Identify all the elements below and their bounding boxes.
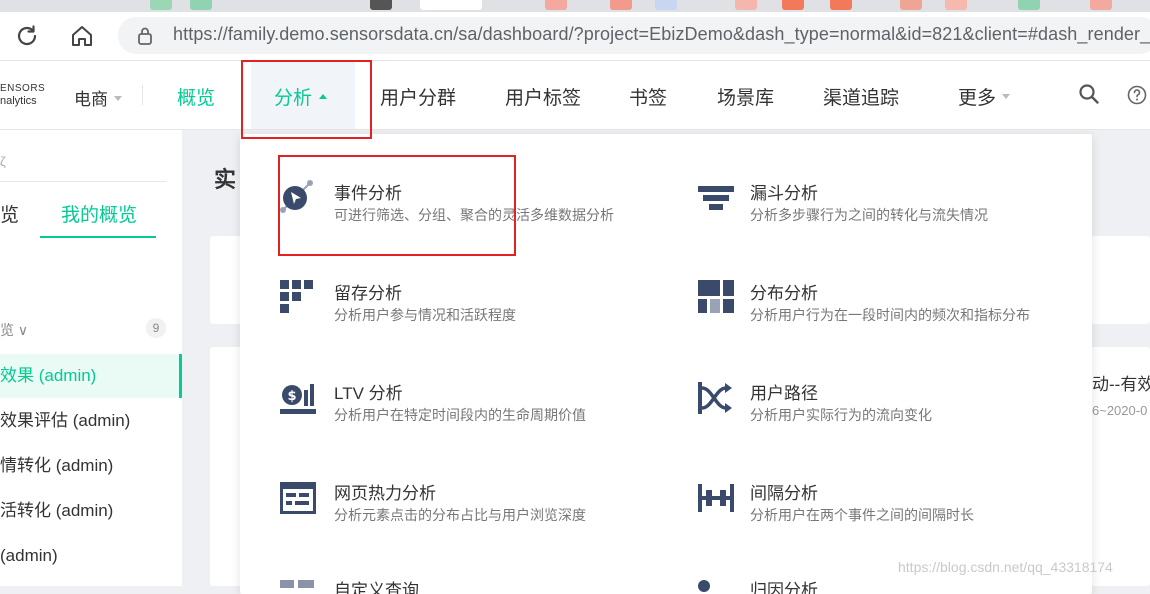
tab-chip[interactable] (945, 0, 967, 10)
attribution-icon (698, 580, 710, 592)
menu-item-interval-analysis[interactable]: 间隔分析 分析用户在两个事件之间的间隔时长 (698, 476, 1028, 524)
project-label: 电商 (74, 90, 108, 109)
divider (0, 181, 167, 182)
menu-item-desc: 分析用户行为在一段时间内的频次和指标分布 (750, 307, 1030, 323)
reload-icon[interactable] (14, 23, 40, 49)
menu-item-title: 自定义查询 (334, 581, 419, 594)
menu-item-user-path[interactable]: 用户路径 分析用户实际行为的流向变化 (698, 376, 1028, 424)
tab-chip[interactable] (545, 0, 567, 10)
svg-text:$: $ (287, 389, 296, 404)
menu-item-title: 用户路径 (750, 384, 818, 403)
card-title[interactable]: 动--有效 (1092, 370, 1150, 395)
menu-item-funnel-analysis[interactable]: 漏斗分析 分析多步骤行为之间的转化与流失情况 (698, 176, 1028, 224)
card-date-range: 6~2020-0 (1092, 403, 1148, 418)
menu-item-desc: 分析用户参与情况和活跃程度 (334, 307, 516, 323)
app-top-nav: ENSORS nalytics 电商 概览 分析 用户分群 用户标签 书签 场景… (0, 61, 1150, 130)
menu-item-title: 网页热力分析 (334, 484, 436, 503)
menu-item-title: 间隔分析 (750, 484, 818, 503)
sidebar-item[interactable]: 情转化 (admin) (0, 444, 182, 488)
nav-user-segments[interactable]: 用户分群 (380, 83, 456, 110)
url-text[interactable]: https://family.demo.sensorsdata.cn/sa/da… (173, 24, 1150, 45)
chevron-down-icon (114, 96, 122, 102)
sidebar-group-header[interactable]: 览 ∨ (0, 320, 28, 340)
annotation-box-analysis (241, 60, 372, 139)
nav-scenes[interactable]: 场景库 (717, 83, 774, 110)
nav-bookmarks[interactable]: 书签 (629, 83, 667, 110)
interval-icon (698, 484, 734, 512)
sidebar-item[interactable]: 效果评估 (admin) (0, 399, 182, 443)
tab-chip[interactable] (1018, 0, 1040, 10)
nav-more[interactable]: 更多 (958, 83, 1011, 110)
watermark: https://blog.csdn.net/qq_43318174 (898, 559, 1113, 575)
tab-chip[interactable] (150, 0, 172, 10)
lock-icon[interactable] (136, 26, 154, 46)
menu-item-desc: 分析用户在两个事件之间的间隔时长 (750, 507, 974, 523)
menu-item-retention-analysis[interactable]: 留存分析 分析用户参与情况和活跃程度 (278, 276, 608, 324)
logo-text-bottom: nalytics (0, 95, 37, 107)
tab-chip[interactable] (190, 0, 212, 10)
menu-item-attribution[interactable]: 归因分析 (698, 574, 1028, 594)
menu-item-custom-query[interactable]: 自定义查询 (278, 574, 608, 594)
tab-chip[interactable] (900, 0, 922, 10)
nav-user-tags[interactable]: 用户标签 (505, 83, 581, 110)
sidebar-item[interactable]: 效果 (admin) (0, 354, 182, 398)
page-title: 实 (214, 167, 237, 192)
nav-more-label: 更多 (958, 88, 997, 109)
user-path-icon (698, 382, 732, 414)
tab-chip[interactable] (830, 0, 852, 10)
nav-channel-tracking[interactable]: 渠道追踪 (823, 83, 899, 110)
divider (142, 85, 143, 105)
menu-item-title: 分布分析 (750, 284, 818, 303)
tab-my-overview[interactable]: 我的概览 (61, 200, 137, 227)
tab-chip[interactable] (655, 0, 677, 10)
tab-chip[interactable] (370, 0, 392, 10)
nav-overview[interactable]: 概览 (177, 83, 215, 110)
menu-item-title: 漏斗分析 (750, 184, 818, 203)
menu-item-distribution-analysis[interactable]: 分布分析 分析用户行为在一段时间内的频次和指标分布 (698, 276, 1058, 324)
chevron-down-icon (1002, 94, 1011, 100)
funnel-icon (698, 186, 734, 210)
heatmap-icon (280, 482, 316, 514)
menu-item-title: 归因分析 (750, 581, 818, 594)
tab-chip[interactable] (420, 0, 482, 10)
distribution-icon (698, 280, 734, 313)
menu-item-ltv-analysis[interactable]: $ LTV 分析 分析用户在特定时间段内的生命周期价值 (278, 376, 608, 424)
menu-item-title: LTV 分析 (334, 384, 403, 403)
search-icon[interactable] (1078, 83, 1100, 105)
tab-public-overview[interactable]: 览 (0, 200, 19, 227)
browser-tab-strip[interactable] (0, 0, 1150, 12)
menu-item-title: 留存分析 (334, 284, 402, 303)
menu-item-desc: 分析用户实际行为的流向变化 (750, 407, 932, 423)
retention-icon (280, 280, 313, 313)
sidebar-item[interactable]: (admin) (0, 534, 182, 578)
tab-chip[interactable] (610, 0, 632, 10)
sidebar-search-placeholder[interactable]: ζ (0, 154, 6, 169)
help-icon[interactable] (1127, 85, 1147, 105)
custom-query-icon (280, 580, 314, 588)
active-tab-underline (40, 236, 156, 238)
annotation-box-event-analysis (278, 155, 516, 256)
menu-item-desc: 分析元素点击的分布占比与用户浏览深度 (334, 507, 586, 523)
tab-chip[interactable] (1090, 0, 1112, 10)
home-icon[interactable] (68, 23, 96, 49)
menu-item-heatmap-analysis[interactable]: 网页热力分析 分析元素点击的分布占比与用户浏览深度 (278, 476, 608, 524)
menu-item-desc: 分析用户在特定时间段内的生命周期价值 (334, 407, 586, 423)
tab-chip[interactable] (735, 0, 757, 10)
browser-toolbar: https://family.demo.sensorsdata.cn/sa/da… (0, 12, 1150, 61)
project-selector[interactable]: 电商 (74, 85, 122, 110)
group-count-badge: 9 (146, 318, 166, 338)
ltv-icon: $ (280, 384, 316, 414)
sidebar: ζ 览 我的概览 览 ∨ 9 效果 (admin) 效果评估 (admin) 情… (0, 130, 182, 586)
sidebar-item[interactable]: 活转化 (admin) (0, 489, 182, 533)
logo-text-top: ENSORS (0, 83, 46, 94)
tab-chip[interactable] (782, 0, 804, 10)
menu-item-desc: 分析多步骤行为之间的转化与流失情况 (750, 207, 988, 223)
